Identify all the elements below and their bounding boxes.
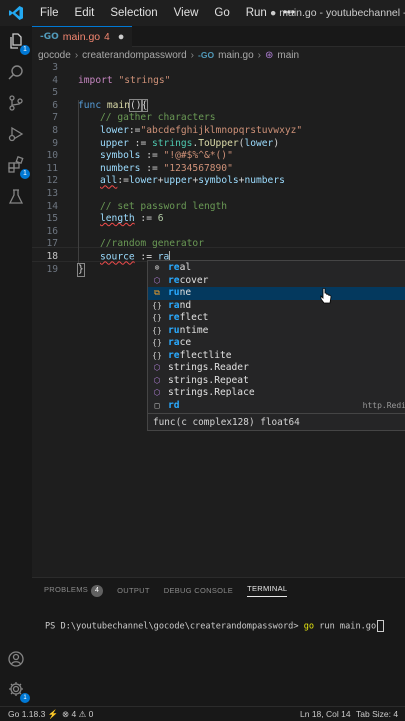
type-icon: ⧉ xyxy=(154,288,160,297)
package-icon: {} xyxy=(152,325,162,335)
extensions-badge: 1 xyxy=(20,169,30,179)
code-line: 12 all:=lower+upper+symbols+numbers xyxy=(46,175,285,187)
method-icon: ⬡ xyxy=(153,375,161,385)
terminal-args: run main.go xyxy=(314,621,377,632)
suggestion-detail: http.Redi xyxy=(362,400,405,410)
terminal-command: go xyxy=(303,621,315,632)
search-icon[interactable] xyxy=(5,62,27,84)
package-icon: {} xyxy=(152,300,162,310)
go-file-icon: -GO xyxy=(40,32,59,42)
breadcrumb: gocode › createrandompassword › -GO main… xyxy=(38,47,299,63)
code-line: 14// set password length xyxy=(46,200,228,212)
terminal-prompt: PS D:\youtubechannel\gocode\createrandom… xyxy=(45,621,304,632)
code-line: 10 symbols := "!@#$%^&*()" xyxy=(46,150,233,162)
mouse-pointer-icon xyxy=(320,287,332,307)
suggestion-item[interactable]: {} race xyxy=(148,337,405,350)
function-icon: ⊚ xyxy=(154,263,160,272)
tab-label: main.go xyxy=(62,31,101,43)
panel-tabs: PROBLEMS 4 OUTPUT DEBUG CONSOLE TERMINAL xyxy=(44,584,288,597)
suggestion-item[interactable]: ⬡ strings.Replace xyxy=(148,387,405,400)
suggestion-item[interactable]: {} rand xyxy=(148,300,405,313)
breadcrumb-file[interactable]: main.go xyxy=(218,50,254,61)
code-line: 3 xyxy=(52,62,58,73)
tab-main-go[interactable]: -GO main.go 4 ● xyxy=(32,26,133,47)
status-bar: Go 1.18.3 ⚡ ⊗ 4 ⚠ 0 Ln 18, Col 14 Tab Si… xyxy=(0,706,405,721)
suggestion-item[interactable]: {} reflect xyxy=(148,312,405,325)
code-line: 6 func main(){ xyxy=(52,98,149,112)
menu-go[interactable]: Go xyxy=(206,0,237,26)
source-control-icon[interactable] xyxy=(5,92,27,114)
code-line: 13 xyxy=(46,188,58,199)
tab-output[interactable]: OUTPUT xyxy=(117,586,150,595)
terminal-output[interactable]: PS D:\youtubechannel\gocode\createrandom… xyxy=(45,620,385,632)
vscode-logo-icon xyxy=(0,0,32,26)
code-line: 5 xyxy=(52,87,58,99)
code-line: 7// gather characters xyxy=(52,112,216,124)
method-icon: ⬡ xyxy=(153,388,161,397)
tab-debug-console[interactable]: DEBUG CONSOLE xyxy=(164,586,233,595)
code-line: 16 xyxy=(46,225,58,237)
menu-selection[interactable]: Selection xyxy=(102,0,165,26)
title-bar: File Edit Selection View Go Run ••• ● ma… xyxy=(0,0,405,26)
lightning-icon: ⚡ xyxy=(47,709,59,719)
chevron-right-icon: › xyxy=(190,49,194,61)
snippet-icon: □ xyxy=(154,400,160,410)
code-line: 8 lower:="abcdefghijklmnopqrstuvwxyz" xyxy=(52,125,303,136)
settings-gear-icon[interactable]: 1 xyxy=(5,678,30,703)
settings-badge: 1 xyxy=(20,693,30,703)
function-icon: ⬡ xyxy=(153,275,161,285)
method-icon: ⬡ xyxy=(153,363,161,372)
explorer-icon[interactable]: 1 xyxy=(5,30,30,55)
menu-view[interactable]: View xyxy=(166,0,207,26)
menu-file[interactable]: File xyxy=(32,0,67,26)
package-icon: {} xyxy=(152,313,162,322)
breadcrumb-symbol[interactable]: main xyxy=(277,50,299,61)
explorer-badge: 1 xyxy=(20,45,30,55)
code-line: 9 upper := strings.ToUpper(lower) xyxy=(52,137,280,149)
tab-terminal[interactable]: TERMINAL xyxy=(247,584,288,597)
chevron-right-icon: › xyxy=(257,49,261,61)
window-title: ● main.go - youtubechannel - V xyxy=(270,7,405,19)
package-icon: {} xyxy=(152,338,162,347)
terminal-cursor xyxy=(377,620,385,632)
account-icon[interactable] xyxy=(5,648,27,670)
go-file-icon: -GO xyxy=(198,50,215,60)
bottom-panel: PROBLEMS 4 OUTPUT DEBUG CONSOLE TERMINAL … xyxy=(32,577,405,707)
go-version-status[interactable]: Go 1.18.3 ⚡ xyxy=(8,707,58,721)
suggestion-item[interactable]: □ rd http.Redi xyxy=(148,400,405,413)
tab-problems[interactable]: PROBLEMS 4 xyxy=(44,584,104,597)
menu-bar: File Edit Selection View Go Run ••• xyxy=(32,0,303,26)
suggestion-item[interactable]: ⬡ strings.Repeat xyxy=(148,375,405,388)
activity-bar: 1 1 1 xyxy=(0,26,32,706)
tab-problem-count: 4 xyxy=(104,31,110,43)
problems-badge: 4 xyxy=(91,584,104,597)
suggestion-item[interactable]: ⬡ strings.Reader xyxy=(148,362,405,375)
function-icon: ⊛ xyxy=(264,49,274,61)
suggestion-item[interactable]: ⬡ recover xyxy=(148,275,405,288)
code-line: 17//random generator xyxy=(46,238,204,250)
code-line: 4 import "strings" xyxy=(52,74,171,86)
suggestion-item[interactable]: ⊚ real xyxy=(148,262,405,275)
code-line: 15 length := 6 xyxy=(46,213,164,225)
problems-status[interactable]: ⊗ 4 ⚠ 0 xyxy=(62,707,93,721)
testing-icon[interactable] xyxy=(5,186,27,208)
suggestion-item-selected[interactable]: ⧉ rune xyxy=(148,287,405,300)
breadcrumb-folder[interactable]: createrandompassword xyxy=(82,50,187,61)
editor-tabs: -GO main.go 4 ● xyxy=(32,26,405,47)
unsaved-dot-icon[interactable]: ● xyxy=(118,31,125,43)
breadcrumb-gocode[interactable]: gocode xyxy=(38,50,71,61)
package-icon: {} xyxy=(152,350,162,360)
suggestion-signature: func(c complex128) float64 xyxy=(147,413,405,431)
chevron-right-icon: › xyxy=(74,49,79,61)
run-debug-icon[interactable] xyxy=(5,123,27,145)
suggestion-item[interactable]: {} runtime xyxy=(148,325,405,338)
tab-size-status[interactable]: Tab Size: 4 xyxy=(356,707,398,721)
code-line: 11 numbers := "1234567890" xyxy=(46,162,233,174)
autocomplete-list: ⊚ real ⬡ recover ⧉ rune {} rand {} reflect {}… xyxy=(147,260,405,415)
cursor-position-status[interactable]: Ln 18, Col 14 xyxy=(300,707,351,721)
extensions-icon[interactable]: 1 xyxy=(5,154,30,179)
suggestion-item[interactable]: {} reflectlite xyxy=(148,350,405,363)
menu-edit[interactable]: Edit xyxy=(67,0,103,26)
